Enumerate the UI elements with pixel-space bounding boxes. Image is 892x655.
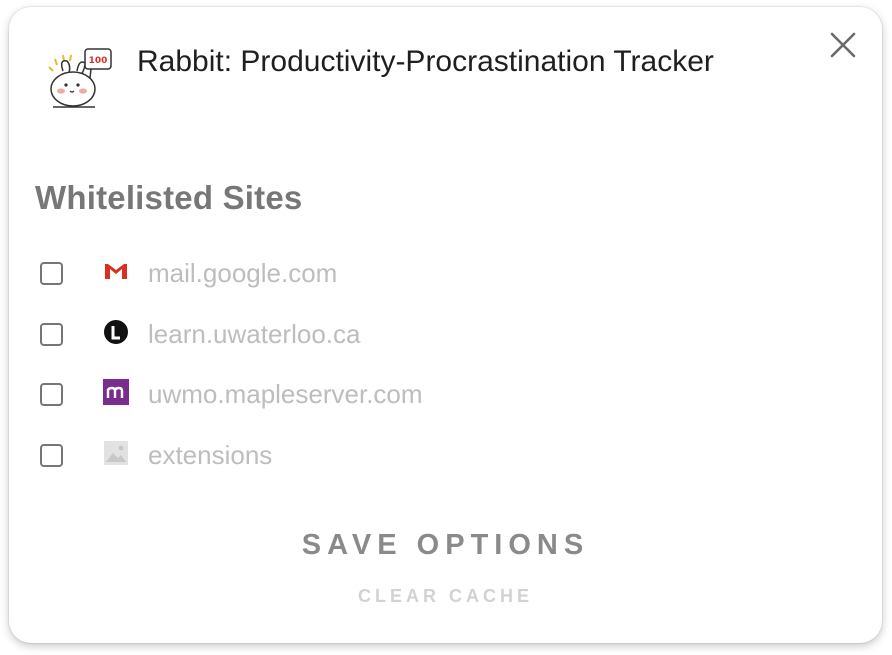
maple-icon xyxy=(102,378,130,406)
site-row: uwmo.mapleserver.com xyxy=(37,370,737,431)
learn-icon xyxy=(102,318,130,346)
site-label: learn.uwaterloo.ca xyxy=(148,318,361,349)
site-checkbox[interactable] xyxy=(40,443,63,467)
site-label: mail.google.com xyxy=(148,258,338,288)
gmail-icon xyxy=(102,257,130,285)
site-list: mail.google.com learn.uwaterloo.ca uwmo.… xyxy=(37,249,737,491)
section-title: Whitelisted Sites xyxy=(35,179,303,216)
rabbit-logo: 100 xyxy=(39,41,115,111)
site-row: extensions xyxy=(37,431,737,492)
site-checkbox[interactable] xyxy=(40,383,63,406)
header: 100 Rabbit: Productivity-Procrastination xyxy=(39,41,819,121)
site-checkbox[interactable] xyxy=(40,262,63,285)
logo-badge-text: 100 xyxy=(89,56,108,66)
save-options-button[interactable]: SAVE OPTIONS xyxy=(9,529,882,562)
close-button[interactable] xyxy=(825,27,861,63)
extensions-icon xyxy=(102,439,130,467)
options-dialog: 100 Rabbit: Productivity-Procrastination xyxy=(9,7,882,643)
clear-cache-button[interactable]: CLEAR CACHE xyxy=(9,586,882,607)
site-row: learn.uwaterloo.ca xyxy=(37,310,737,371)
site-row: mail.google.com xyxy=(37,249,737,310)
site-label: uwmo.mapleserver.com xyxy=(148,379,423,409)
site-checkbox[interactable] xyxy=(40,322,63,346)
close-icon xyxy=(830,32,856,58)
app-title: Rabbit: Productivity-Procrastination Tra… xyxy=(137,45,714,78)
site-label: extensions xyxy=(148,439,273,470)
